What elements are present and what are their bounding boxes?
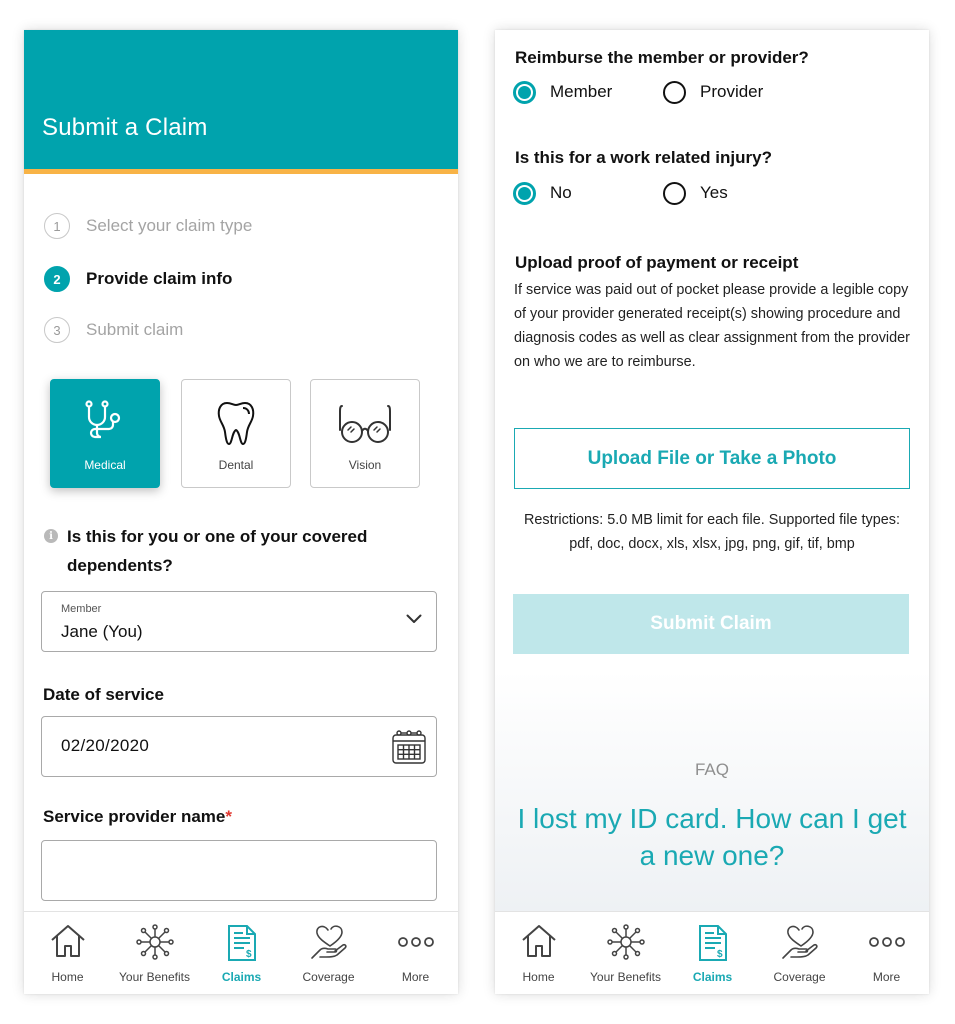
home-icon — [50, 925, 85, 957]
benefits-network-icon — [135, 924, 174, 960]
radio-label: Yes — [700, 183, 728, 202]
upload-file-button[interactable]: Upload File or Take a Photo — [514, 428, 910, 489]
tab-label: Home — [51, 970, 84, 984]
date-of-service-value: 02/20/2020 — [61, 736, 150, 755]
bottom-tab-bar: Home Your Benefits $ Claims Coverage Mor… — [495, 911, 929, 994]
page-title: Submit a Claim — [42, 114, 208, 141]
step-label: Provide claim info — [86, 269, 233, 288]
tab-claims[interactable]: $ Claims — [669, 912, 756, 994]
benefits-network-icon — [606, 924, 645, 960]
tab-more[interactable]: More — [372, 912, 458, 994]
upload-section-title: Upload proof of payment or receipt — [515, 253, 799, 272]
provider-name-label-text: Service provider name — [43, 807, 226, 826]
reimburse-option-provider[interactable]: Provider — [663, 80, 763, 104]
faq-label: FAQ — [694, 760, 729, 779]
step-submit-claim: 3 Submit claim — [44, 317, 183, 343]
step-number: 2 — [44, 266, 70, 292]
stethoscope-icon — [85, 400, 121, 439]
dependent-question: Is this for you or one of your covered d… — [67, 527, 368, 575]
member-select-caption: Member — [61, 603, 102, 615]
step-number: 3 — [44, 317, 70, 343]
info-icon[interactable]: i — [44, 529, 58, 543]
radio-label: No — [550, 183, 572, 202]
submit-claim-button[interactable]: Submit Claim — [513, 594, 909, 654]
tab-label: Coverage — [773, 970, 826, 984]
calendar-icon[interactable] — [391, 729, 427, 765]
tab-home[interactable]: Home — [495, 912, 582, 994]
work-injury-option-yes[interactable]: Yes — [663, 181, 728, 205]
tab-your-benefits[interactable]: Your Benefits — [582, 912, 669, 994]
header-banner: Submit a Claim — [24, 30, 458, 169]
radio-button-unchecked[interactable] — [663, 80, 686, 104]
more-dots-icon — [397, 937, 434, 947]
work-injury-option-no[interactable]: No — [513, 181, 572, 205]
claim-document-icon: $ — [227, 925, 256, 961]
tab-label: Your Benefits — [119, 970, 190, 984]
tab-more[interactable]: More — [843, 912, 929, 994]
radio-label: Member — [550, 82, 613, 101]
bottom-tab-bar: Home Your Benefits $ Claims Coverage Mor… — [24, 911, 458, 994]
work-injury-question: Is this for a work related injury? — [515, 148, 772, 167]
claim-document-icon: $ — [698, 925, 727, 961]
claim-type-label: Vision — [348, 458, 382, 472]
date-of-service-field[interactable]: 02/20/2020 — [41, 716, 437, 777]
claim-type-label: Medical — [84, 458, 126, 472]
claim-form-screen-step-top: Submit a Claim 1 Select your claim type … — [24, 30, 458, 994]
step-select-claim-type[interactable]: 1 Select your claim type — [44, 213, 252, 239]
tab-label: Home — [522, 970, 555, 984]
step-label: Submit claim — [86, 320, 184, 339]
tab-label: Claims — [221, 970, 262, 984]
faq-question-link[interactable]: I lost my ID card. How can I get a new o… — [515, 800, 909, 874]
member-select[interactable]: Member Jane (You) — [41, 591, 437, 652]
tab-label: Claims — [692, 970, 733, 984]
radio-button-checked[interactable] — [513, 181, 536, 205]
tab-label: More — [401, 970, 430, 984]
member-select-value: Jane (You) — [61, 622, 143, 641]
tab-home[interactable]: Home — [24, 912, 111, 994]
tab-label: Coverage — [302, 970, 355, 984]
tab-coverage[interactable]: Coverage — [756, 912, 843, 994]
required-asterisk: * — [225, 807, 232, 826]
chevron-down-icon — [406, 614, 422, 623]
claim-type-dental[interactable]: Dental — [181, 379, 291, 488]
tab-your-benefits[interactable]: Your Benefits — [111, 912, 198, 994]
reimburse-option-member[interactable]: Member — [513, 80, 612, 104]
tab-label: Your Benefits — [590, 970, 661, 984]
provider-name-input[interactable] — [41, 840, 437, 901]
home-icon — [521, 925, 556, 957]
claim-form-screen-step-bottom: Reimburse the member or provider? Member… — [495, 30, 929, 994]
heart-hand-icon — [310, 925, 347, 959]
step-provide-claim-info: 2 Provide claim info — [44, 266, 232, 292]
date-of-service-label: Date of service — [43, 685, 164, 704]
upload-restrictions: Restrictions: 5.0 MB limit for each file… — [524, 512, 900, 552]
claim-type-vision[interactable]: Vision — [310, 379, 420, 488]
svg-text:$: $ — [717, 949, 723, 960]
radio-label: Provider — [700, 82, 764, 101]
more-dots-icon — [868, 937, 905, 947]
faq-section — [495, 670, 929, 911]
claim-type-label: Dental — [218, 458, 254, 472]
heart-hand-icon — [781, 925, 818, 959]
glasses-icon — [339, 405, 391, 443]
provider-name-label: Service provider name* — [43, 807, 232, 827]
tab-label: More — [872, 970, 901, 984]
claim-type-medical[interactable]: Medical — [50, 379, 160, 488]
radio-button-unchecked[interactable] — [663, 181, 686, 205]
step-label: Select your claim type — [86, 216, 253, 235]
svg-text:$: $ — [246, 949, 252, 960]
tab-coverage[interactable]: Coverage — [285, 912, 372, 994]
reimburse-question: Reimburse the member or provider? — [515, 48, 809, 67]
upload-description: If service was paid out of pocket please… — [514, 282, 910, 370]
radio-button-checked[interactable] — [513, 80, 536, 104]
tab-claims[interactable]: $ Claims — [198, 912, 285, 994]
tooth-icon — [217, 402, 255, 445]
header-accent-stripe — [24, 169, 458, 174]
step-number: 1 — [44, 213, 70, 239]
